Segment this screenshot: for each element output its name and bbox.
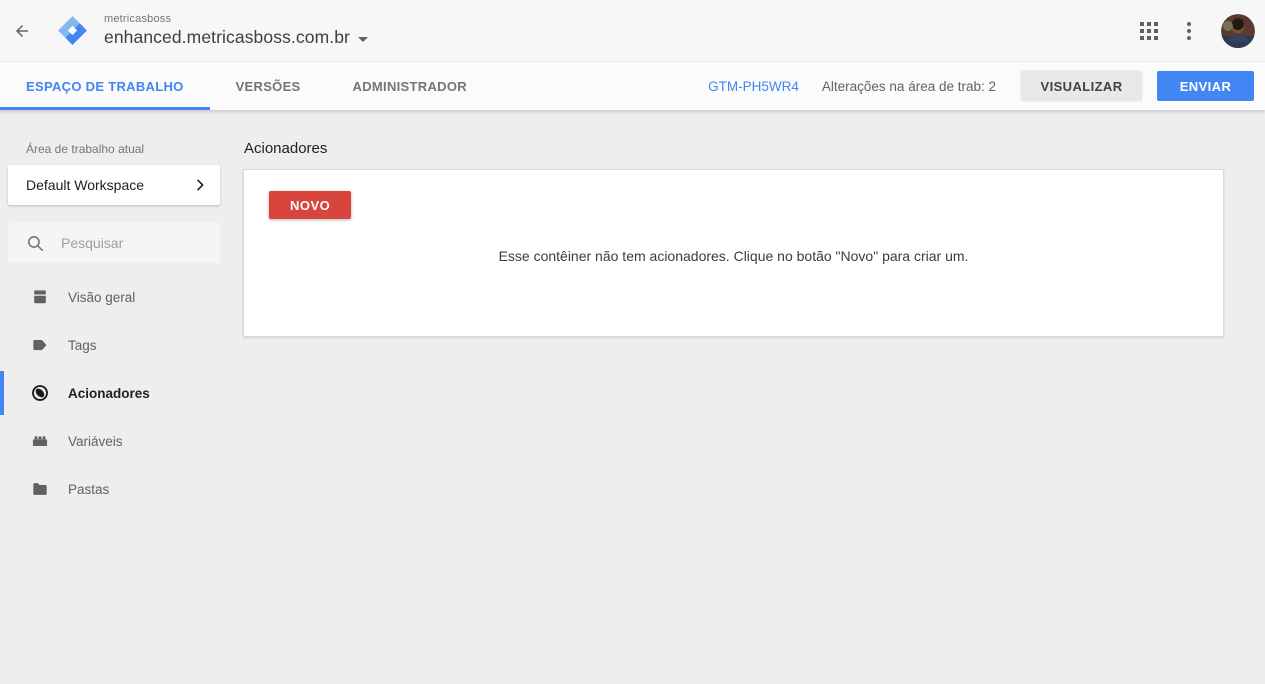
sidebar-item-visao-geral[interactable]: Visão geral — [0, 273, 228, 321]
sidebar-item-label: Pastas — [68, 482, 109, 497]
more-options-button[interactable] — [1169, 11, 1209, 51]
container-info: metricasboss enhanced.metricasboss.com.b… — [104, 14, 368, 47]
variables-icon — [30, 431, 50, 451]
tabbar-right: GTM-PH5WR4 Alterações na área de trab: 2… — [708, 62, 1265, 110]
search-icon — [26, 234, 45, 253]
search-input[interactable] — [61, 223, 242, 263]
main-content: Acionadores NOVO Esse contêiner não tem … — [228, 110, 1265, 684]
header-right — [1129, 11, 1265, 51]
submit-button[interactable]: ENVIAR — [1157, 71, 1254, 101]
tab-label: ADMINISTRADOR — [353, 79, 467, 94]
account-name: metricasboss — [104, 14, 368, 25]
triggers-card: NOVO Esse contêiner não tem acionadores.… — [243, 169, 1224, 337]
current-workspace-label: Área de trabalho atual — [26, 142, 228, 156]
workspace-name: Default Workspace — [26, 177, 192, 193]
preview-button[interactable]: VISUALIZAR — [1021, 71, 1142, 101]
search-box[interactable] — [8, 223, 220, 263]
sidebar-nav: Visão geral Tags Acionadores — [0, 273, 228, 513]
sidebar-item-label: Visão geral — [68, 290, 135, 305]
avatar[interactable] — [1221, 14, 1255, 48]
gtm-logo-icon — [56, 14, 89, 47]
chevron-down-icon — [358, 37, 368, 42]
avatar-image — [1221, 14, 1255, 48]
folder-icon — [30, 479, 50, 499]
sidebar-item-acionadores[interactable]: Acionadores — [0, 369, 228, 417]
sidebar-item-variaveis[interactable]: Variáveis — [0, 417, 228, 465]
tab-label: ESPAÇO DE TRABALHO — [26, 79, 184, 94]
sidebar-item-pastas[interactable]: Pastas — [0, 465, 228, 513]
sidebar-item-label: Variáveis — [68, 434, 123, 449]
workspace-selector[interactable]: Default Workspace — [8, 165, 220, 205]
trigger-icon — [30, 383, 50, 403]
sidebar-item-tags[interactable]: Tags — [0, 321, 228, 369]
back-arrow-icon — [13, 22, 31, 40]
page-title: Acionadores — [244, 140, 1224, 157]
tabs: ESPAÇO DE TRABALHO VERSÕES ADMINISTRADOR — [0, 62, 493, 110]
apps-grid-icon — [1140, 22, 1158, 40]
empty-state-message: Esse contêiner não tem acionadores. Cliq… — [244, 248, 1223, 264]
apps-grid-button[interactable] — [1129, 11, 1169, 51]
container-selector[interactable]: enhanced.metricasboss.com.br — [104, 29, 368, 47]
gtm-app: metricasboss enhanced.metricasboss.com.b… — [0, 0, 1265, 684]
workspace-changes-count: Alterações na área de trab: 2 — [822, 79, 996, 94]
container-id-link[interactable]: GTM-PH5WR4 — [708, 79, 799, 94]
chevron-right-icon — [192, 177, 208, 193]
tab-espaco-de-trabalho[interactable]: ESPAÇO DE TRABALHO — [0, 62, 210, 110]
sidebar-item-label: Tags — [68, 338, 97, 353]
tab-label: VERSÕES — [236, 79, 301, 94]
sidebar-item-label: Acionadores — [68, 386, 150, 401]
back-button[interactable] — [2, 11, 42, 51]
top-header: metricasboss enhanced.metricasboss.com.b… — [0, 0, 1265, 62]
sidebar: Área de trabalho atual Default Workspace… — [0, 110, 228, 684]
kebab-menu-icon — [1187, 22, 1191, 40]
tab-administrador[interactable]: ADMINISTRADOR — [327, 62, 493, 110]
tab-bar: ESPAÇO DE TRABALHO VERSÕES ADMINISTRADOR… — [0, 62, 1265, 110]
tag-icon — [30, 335, 50, 355]
new-trigger-button[interactable]: NOVO — [269, 191, 351, 219]
overview-icon — [30, 287, 50, 307]
tab-versoes[interactable]: VERSÕES — [210, 62, 327, 110]
container-domain: enhanced.metricasboss.com.br — [104, 29, 350, 47]
